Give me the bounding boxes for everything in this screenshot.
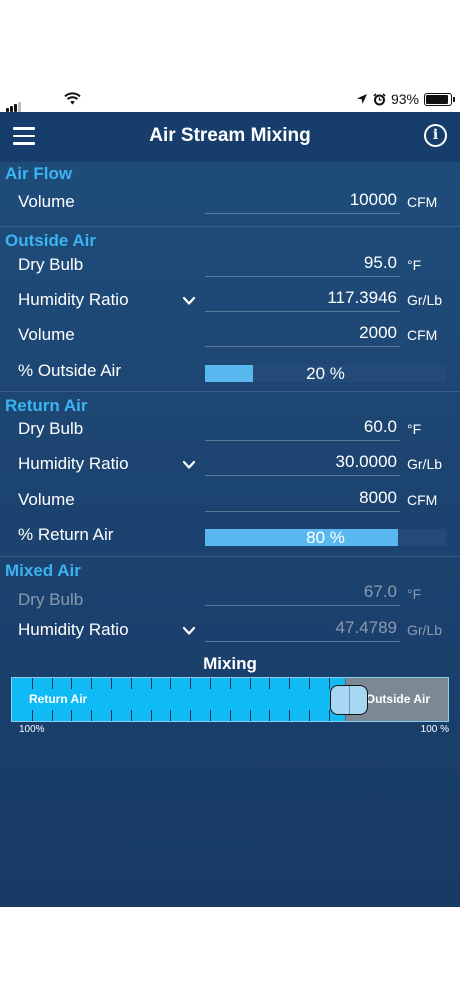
mixing-tick xyxy=(170,678,171,721)
info-icon[interactable]: i xyxy=(424,124,447,147)
status-right: 93% xyxy=(356,91,455,107)
mixing-left-percent: 100% xyxy=(19,724,45,735)
app-screen: Air Stream Mixing i Air Flow Volume 1000… xyxy=(0,112,460,907)
status-bar: 93% xyxy=(0,86,460,112)
air-flow-volume-label: Volume xyxy=(18,192,75,211)
section-return-air: Return Air xyxy=(5,396,88,415)
mixing-slider[interactable]: Return Air Outside Air xyxy=(11,677,449,722)
outside-humidity-field[interactable]: 117.3946 xyxy=(205,284,400,312)
nav-bar: Air Stream Mixing i xyxy=(0,112,460,162)
mixed-humidity-unit: Gr/Lb xyxy=(407,622,443,638)
section-air-flow: Air Flow xyxy=(5,164,73,183)
outside-volume-field[interactable]: 2000 xyxy=(205,319,400,347)
outside-volume-unit: CFM xyxy=(407,327,438,343)
mixed-dry-bulb-value: 67.0 xyxy=(205,578,400,606)
divider xyxy=(0,391,460,392)
mixing-tick xyxy=(309,678,310,721)
mixing-tick xyxy=(91,678,92,721)
mixing-title: Mixing xyxy=(203,654,257,673)
page-title: Air Stream Mixing xyxy=(149,125,311,146)
mixing-tick xyxy=(269,678,270,721)
cellular-signal-icon xyxy=(6,94,22,112)
return-dry-bulb-label: Dry Bulb xyxy=(18,419,84,438)
battery-percent: 93% xyxy=(390,91,419,107)
mixing-tick xyxy=(190,678,191,721)
outside-humidity-label: Humidity Ratio xyxy=(18,290,129,309)
return-humidity-label: Humidity Ratio xyxy=(18,454,129,473)
outside-percent-label: % Outside Air xyxy=(18,361,121,380)
return-air-percent-text: 80 % xyxy=(306,528,345,547)
mixing-tick xyxy=(230,678,231,721)
section-mixed-air: Mixed Air xyxy=(5,561,81,580)
chevron-down-icon[interactable] xyxy=(182,458,196,472)
mixing-right-percent: 100 % xyxy=(420,724,449,735)
section-outside-air: Outside Air xyxy=(5,231,96,250)
return-humidity-unit: Gr/Lb xyxy=(407,456,443,472)
mixing-tick xyxy=(151,678,152,721)
return-volume-field[interactable]: 8000 xyxy=(205,484,400,512)
alarm-icon xyxy=(373,92,386,105)
mixing-handle[interactable] xyxy=(330,685,368,715)
mixed-humidity-value: 47.4789 xyxy=(205,614,400,642)
chevron-down-icon[interactable] xyxy=(182,624,196,638)
return-volume-unit: CFM xyxy=(407,492,438,508)
mixed-dry-bulb-label: Dry Bulb xyxy=(18,590,84,609)
return-percent-label: % Return Air xyxy=(18,525,114,544)
outside-dry-bulb-field[interactable]: 95.0 xyxy=(205,249,400,277)
air-flow-volume-unit: CFM xyxy=(407,194,438,210)
mixing-tick xyxy=(210,678,211,721)
mixing-tick xyxy=(131,678,132,721)
mixing-return-label: Return Air xyxy=(29,692,88,706)
return-dry-bulb-field[interactable]: 60.0 xyxy=(205,413,400,441)
divider xyxy=(0,556,460,557)
mixed-humidity-label: Humidity Ratio xyxy=(18,620,129,639)
battery-icon xyxy=(424,92,455,106)
return-dry-bulb-unit: °F xyxy=(407,421,422,437)
mixing-tick xyxy=(250,678,251,721)
air-flow-volume-field[interactable]: 10000 xyxy=(205,186,400,214)
outside-dry-bulb-label: Dry Bulb xyxy=(18,255,84,274)
outside-air-percent-slider[interactable]: 20 % xyxy=(205,364,446,383)
chevron-down-icon[interactable] xyxy=(182,294,196,308)
outside-dry-bulb-unit: °F xyxy=(407,257,422,273)
outside-air-percent-text: 20 % xyxy=(306,364,345,383)
mixing-outside-label: Outside Air xyxy=(365,692,430,706)
location-icon xyxy=(356,94,367,104)
outside-humidity-unit: Gr/Lb xyxy=(407,292,443,308)
return-humidity-field[interactable]: 30.0000 xyxy=(205,448,400,476)
divider xyxy=(0,226,460,227)
wifi-icon xyxy=(64,92,81,110)
return-volume-label: Volume xyxy=(18,490,75,509)
mixing-tick xyxy=(289,678,290,721)
outside-volume-label: Volume xyxy=(18,325,75,344)
return-air-percent-slider[interactable]: 80 % xyxy=(205,528,446,547)
mixed-dry-bulb-unit: °F xyxy=(407,586,422,602)
mixing-tick xyxy=(111,678,112,721)
